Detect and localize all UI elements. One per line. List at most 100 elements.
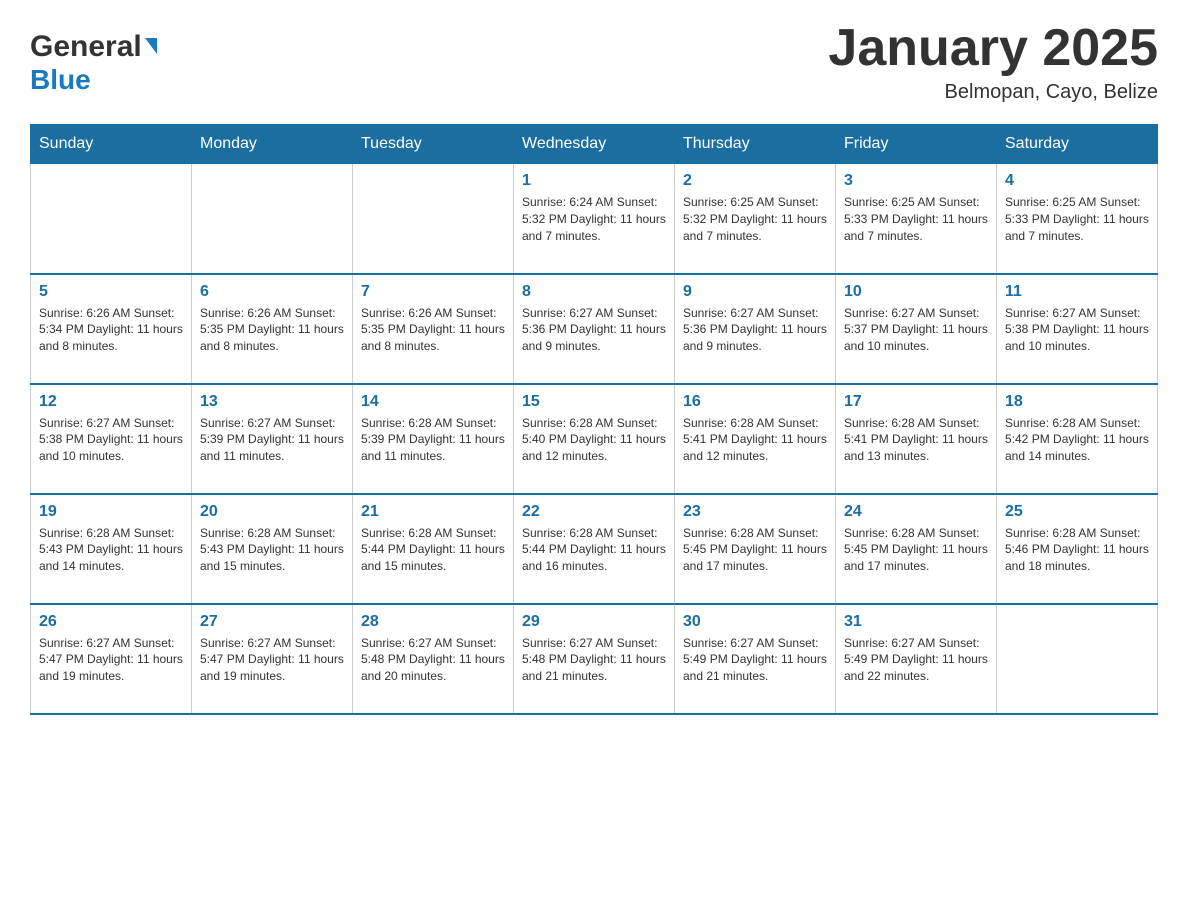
day-info: Sunrise: 6:28 AM Sunset: 5:39 PM Dayligh…	[361, 415, 505, 465]
day-cell: 27Sunrise: 6:27 AM Sunset: 5:47 PM Dayli…	[192, 604, 353, 714]
day-info: Sunrise: 6:24 AM Sunset: 5:32 PM Dayligh…	[522, 194, 666, 244]
day-cell: 20 Sunrise: 6:28 AM Sunset: 5:43 PM Dayli…	[192, 494, 353, 604]
day-info: Sunrise: 6:28 AM Sunset: 5:44 PM Dayligh…	[361, 525, 505, 575]
day-cell	[997, 604, 1158, 714]
day-cell: 22Sunrise: 6:28 AM Sunset: 5:44 PM Dayli…	[514, 494, 675, 604]
day-number: 6	[200, 283, 344, 301]
day-cell: 26Sunrise: 6:27 AM Sunset: 5:47 PM Dayli…	[31, 604, 192, 714]
day-number: 2	[683, 172, 827, 190]
day-cell: 3 Sunrise: 6:25 AM Sunset: 5:33 PM Daylig…	[836, 164, 997, 274]
day-cell: 24Sunrise: 6:28 AM Sunset: 5:45 PM Dayli…	[836, 494, 997, 604]
header-cell-wednesday: Wednesday	[514, 125, 675, 164]
day-info: Sunrise: 6:27 AM Sunset: 5:37 PM Dayligh…	[844, 305, 988, 355]
day-number: 9	[683, 283, 827, 301]
day-number: 17	[844, 393, 988, 411]
day-info: Sunrise: 6:28 AM Sunset: 5:43 PM Dayligh…	[200, 525, 344, 575]
day-cell: 14 Sunrise: 6:28 AM Sunset: 5:39 PM Dayli…	[353, 384, 514, 494]
day-info: Sunrise: 6:25 AM Sunset: 5:33 PM Dayligh…	[844, 194, 988, 244]
day-info: Sunrise: 6:27 AM Sunset: 5:49 PM Dayligh…	[683, 635, 827, 685]
day-info: Sunrise: 6:27 AM Sunset: 5:47 PM Dayligh…	[200, 635, 344, 685]
day-number: 14	[361, 393, 505, 411]
day-cell: 4 Sunrise: 6:25 AM Sunset: 5:33 PM Daylig…	[997, 164, 1158, 274]
day-cell: 2 Sunrise: 6:25 AM Sunset: 5:32 PM Daylig…	[675, 164, 836, 274]
day-info: Sunrise: 6:27 AM Sunset: 5:38 PM Dayligh…	[1005, 305, 1149, 355]
day-info: Sunrise: 6:27 AM Sunset: 5:36 PM Dayligh…	[522, 305, 666, 355]
day-number: 11	[1005, 283, 1149, 301]
header-cell-tuesday: Tuesday	[353, 125, 514, 164]
day-cell: 15Sunrise: 6:28 AM Sunset: 5:40 PM Dayli…	[514, 384, 675, 494]
day-number: 21	[361, 503, 505, 521]
day-number: 8	[522, 283, 666, 301]
day-number: 3	[844, 172, 988, 190]
logo-general: General	[30, 30, 142, 64]
header-cell-friday: Friday	[836, 125, 997, 164]
day-number: 18	[1005, 393, 1149, 411]
day-info: Sunrise: 6:28 AM Sunset: 5:40 PM Dayligh…	[522, 415, 666, 465]
day-number: 1	[522, 172, 666, 190]
header-cell-thursday: Thursday	[675, 125, 836, 164]
day-cell	[192, 164, 353, 274]
logo: General Blue	[30, 20, 157, 96]
logo-triangle-icon	[145, 38, 157, 54]
header-row: SundayMondayTuesdayWednesdayThursdayFrid…	[31, 125, 1158, 164]
day-info: Sunrise: 6:28 AM Sunset: 5:41 PM Dayligh…	[844, 415, 988, 465]
day-number: 24	[844, 503, 988, 521]
day-number: 12	[39, 393, 183, 411]
day-cell	[31, 164, 192, 274]
day-info: Sunrise: 6:27 AM Sunset: 5:48 PM Dayligh…	[361, 635, 505, 685]
week-row-2: 5 Sunrise: 6:26 AM Sunset: 5:34 PM Daylig…	[31, 274, 1158, 384]
day-cell: 16 Sunrise: 6:28 AM Sunset: 5:41 PM Dayli…	[675, 384, 836, 494]
day-info: Sunrise: 6:27 AM Sunset: 5:38 PM Dayligh…	[39, 415, 183, 465]
day-number: 4	[1005, 172, 1149, 190]
week-row-3: 12 Sunrise: 6:27 AM Sunset: 5:38 PM Dayli…	[31, 384, 1158, 494]
header-cell-saturday: Saturday	[997, 125, 1158, 164]
day-info: Sunrise: 6:25 AM Sunset: 5:33 PM Dayligh…	[1005, 194, 1149, 244]
calendar-table: SundayMondayTuesdayWednesdayThursdayFrid…	[30, 124, 1158, 715]
day-info: Sunrise: 6:27 AM Sunset: 5:36 PM Dayligh…	[683, 305, 827, 355]
title-area: January 2025 Belmopan, Cayo, Belize	[828, 20, 1158, 104]
day-cell: 25Sunrise: 6:28 AM Sunset: 5:46 PM Dayli…	[997, 494, 1158, 604]
day-number: 7	[361, 283, 505, 301]
day-number: 31	[844, 613, 988, 631]
day-info: Sunrise: 6:27 AM Sunset: 5:49 PM Dayligh…	[844, 635, 988, 685]
logo-blue: Blue	[30, 64, 91, 96]
day-number: 5	[39, 283, 183, 301]
day-number: 22	[522, 503, 666, 521]
day-info: Sunrise: 6:28 AM Sunset: 5:41 PM Dayligh…	[683, 415, 827, 465]
day-number: 16	[683, 393, 827, 411]
day-number: 25	[1005, 503, 1149, 521]
day-cell: 9 Sunrise: 6:27 AM Sunset: 5:36 PM Daylig…	[675, 274, 836, 384]
day-number: 13	[200, 393, 344, 411]
day-cell: 18Sunrise: 6:28 AM Sunset: 5:42 PM Dayli…	[997, 384, 1158, 494]
day-cell	[353, 164, 514, 274]
day-cell: 1 Sunrise: 6:24 AM Sunset: 5:32 PM Daylig…	[514, 164, 675, 274]
day-info: Sunrise: 6:28 AM Sunset: 5:43 PM Dayligh…	[39, 525, 183, 575]
day-number: 30	[683, 613, 827, 631]
day-number: 20	[200, 503, 344, 521]
day-number: 26	[39, 613, 183, 631]
day-info: Sunrise: 6:28 AM Sunset: 5:45 PM Dayligh…	[683, 525, 827, 575]
day-cell: 10Sunrise: 6:27 AM Sunset: 5:37 PM Dayli…	[836, 274, 997, 384]
week-row-4: 19 Sunrise: 6:28 AM Sunset: 5:43 PM Dayli…	[31, 494, 1158, 604]
day-number: 23	[683, 503, 827, 521]
day-cell: 17 Sunrise: 6:28 AM Sunset: 5:41 PM Dayli…	[836, 384, 997, 494]
day-cell: 7 Sunrise: 6:26 AM Sunset: 5:35 PM Daylig…	[353, 274, 514, 384]
day-cell: 31 Sunrise: 6:27 AM Sunset: 5:49 PM Dayli…	[836, 604, 997, 714]
day-info: Sunrise: 6:26 AM Sunset: 5:35 PM Dayligh…	[361, 305, 505, 355]
header-cell-monday: Monday	[192, 125, 353, 164]
calendar-title: January 2025	[828, 20, 1158, 77]
day-info: Sunrise: 6:27 AM Sunset: 5:48 PM Dayligh…	[522, 635, 666, 685]
header-cell-sunday: Sunday	[31, 125, 192, 164]
day-cell: 29Sunrise: 6:27 AM Sunset: 5:48 PM Dayli…	[514, 604, 675, 714]
day-info: Sunrise: 6:25 AM Sunset: 5:32 PM Dayligh…	[683, 194, 827, 244]
day-number: 19	[39, 503, 183, 521]
header: General Blue January 2025 Belmopan, Cayo…	[30, 20, 1158, 104]
day-cell: 8 Sunrise: 6:27 AM Sunset: 5:36 PM Daylig…	[514, 274, 675, 384]
day-info: Sunrise: 6:26 AM Sunset: 5:34 PM Dayligh…	[39, 305, 183, 355]
day-cell: 11 Sunrise: 6:27 AM Sunset: 5:38 PM Dayli…	[997, 274, 1158, 384]
day-cell: 6Sunrise: 6:26 AM Sunset: 5:35 PM Daylig…	[192, 274, 353, 384]
day-number: 28	[361, 613, 505, 631]
week-row-5: 26 Sunrise: 6:27 AM Sunset: 5:47 PM Dayli…	[31, 604, 1158, 714]
day-cell: 12 Sunrise: 6:27 AM Sunset: 5:38 PM Dayli…	[31, 384, 192, 494]
day-cell: 28 Sunrise: 6:27 AM Sunset: 5:48 PM Dayli…	[353, 604, 514, 714]
